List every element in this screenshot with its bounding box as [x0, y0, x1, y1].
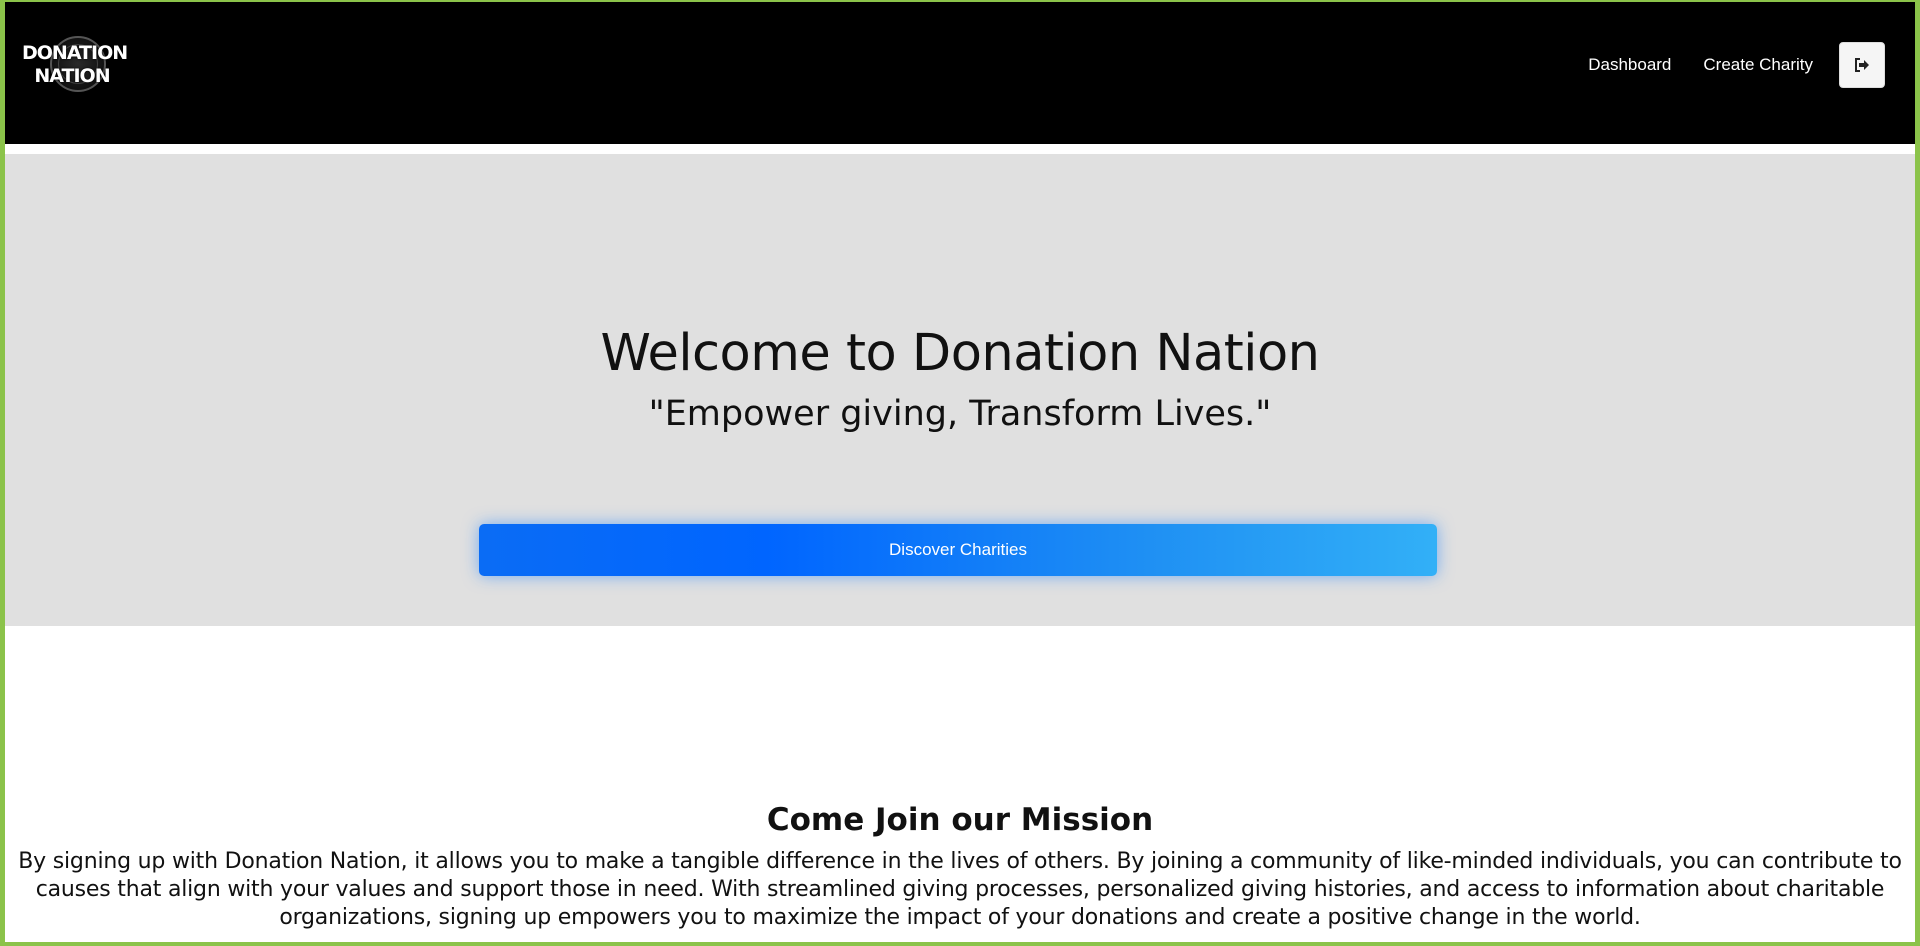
mission-description: By signing up with Donation Nation, it a…	[18, 849, 1902, 930]
logout-button[interactable]	[1839, 42, 1885, 88]
main-nav: Dashboard Create Charity	[1556, 42, 1885, 88]
discover-charities-button[interactable]: Discover Charities	[479, 524, 1437, 576]
hero-tagline: "Empower giving, Transform Lives."	[648, 394, 1272, 434]
mission-title: Come Join our Mission	[766, 802, 1154, 838]
app-frame: DONATION NATION Dashboard Create Charity…	[5, 2, 1915, 942]
top-navbar: DONATION NATION Dashboard Create Charity	[5, 2, 1915, 144]
hero-section: Welcome to Donation Nation "Empower givi…	[5, 154, 1915, 626]
logo-text-line2: NATION	[34, 65, 110, 87]
nav-create-charity-link[interactable]: Create Charity	[1703, 55, 1813, 75]
nav-dashboard-link[interactable]: Dashboard	[1588, 55, 1671, 75]
donation-nation-logo[interactable]: DONATION NATION	[22, 32, 128, 94]
sign-out-icon	[1855, 58, 1869, 72]
logo-text-line1: DONATION	[22, 42, 128, 64]
hero-title: Welcome to Donation Nation	[600, 324, 1320, 383]
